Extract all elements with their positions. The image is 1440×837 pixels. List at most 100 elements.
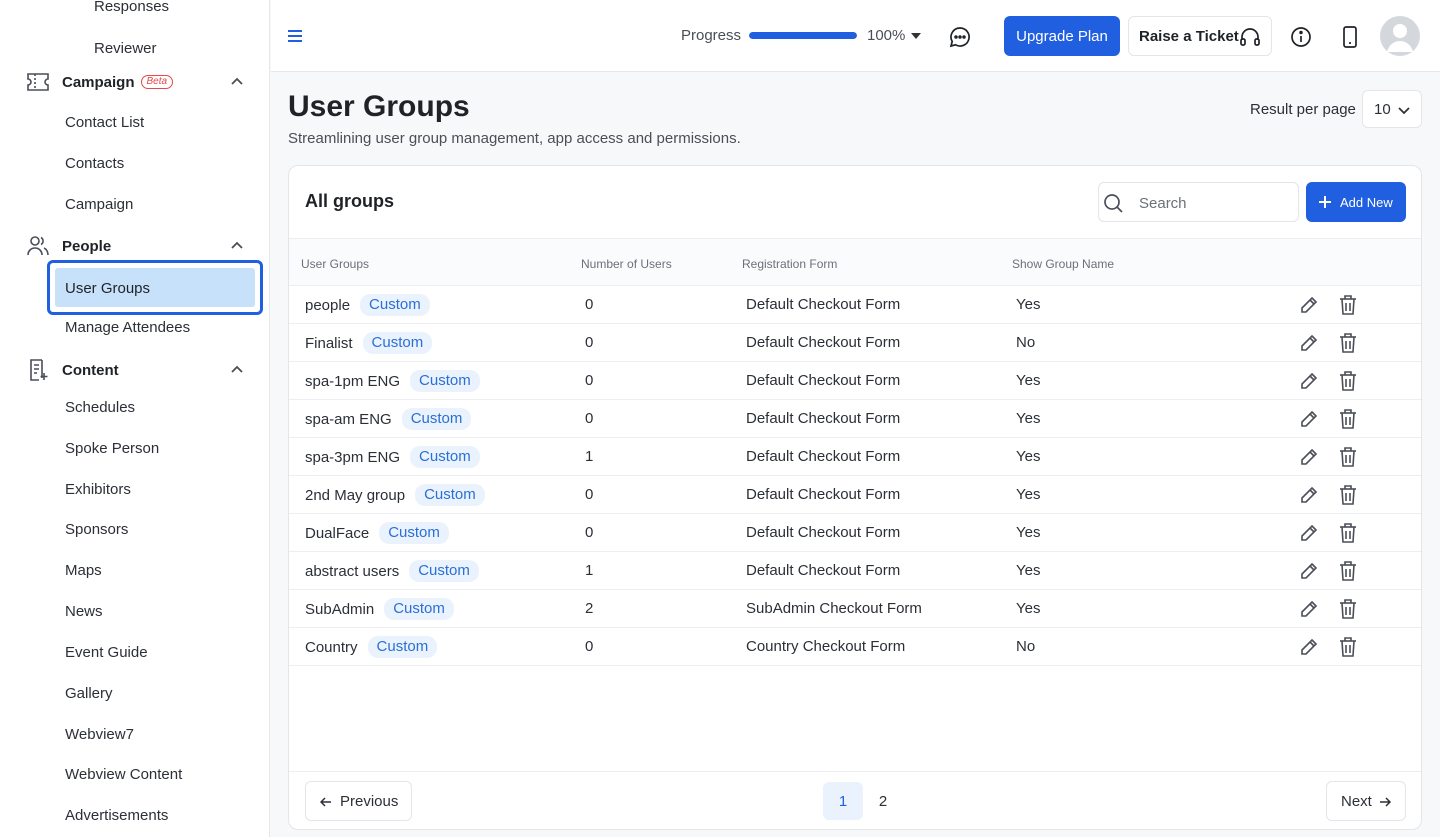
cell-group-name: Country Custom <box>305 636 438 658</box>
arrow-right-icon <box>1380 797 1391 807</box>
page-number-1[interactable]: 1 <box>823 782 863 820</box>
delete-icon[interactable] <box>1339 370 1357 392</box>
cell-number-of-users: 1 <box>585 448 594 465</box>
caret-down-icon[interactable] <box>911 33 921 39</box>
sidebar-item-sponsors[interactable]: Sponsors <box>65 521 128 538</box>
info-icon[interactable] <box>1290 26 1312 48</box>
group-name: spa-1pm ENG <box>305 372 401 390</box>
delete-icon[interactable] <box>1339 408 1357 430</box>
table-row: spa-3pm ENG Custom 1 Default Checkout Form Y… <box>289 438 1421 476</box>
delete-icon[interactable] <box>1339 484 1357 506</box>
add-new-label: Add New <box>1340 194 1393 210</box>
beta-badge: Beta <box>140 75 174 89</box>
group-name: SubAdmin <box>305 600 375 618</box>
cell-registration-form: Default Checkout Form <box>746 410 901 427</box>
edit-icon[interactable] <box>1299 333 1319 353</box>
previous-button[interactable]: Previous <box>305 781 412 821</box>
delete-icon[interactable] <box>1339 522 1357 544</box>
sidebar-item-news[interactable]: News <box>65 603 103 620</box>
search-input[interactable] <box>1139 192 1289 214</box>
sidebar-item-campaign[interactable]: Campaign <box>65 196 133 213</box>
group-type-tag: Custom <box>401 408 472 430</box>
upgrade-plan-button[interactable]: Upgrade Plan <box>1004 16 1120 56</box>
pagination: Previous 1 2 Next <box>289 771 1421 829</box>
sidebar-item-manage-attendees[interactable]: Manage Attendees <box>65 319 190 336</box>
sidebar-item-exhibitors[interactable]: Exhibitors <box>65 481 131 498</box>
cell-show-group-name: No <box>1016 334 1036 351</box>
cell-number-of-users: 0 <box>585 296 594 313</box>
next-label: Next <box>1341 792 1372 810</box>
cell-show-group-name: Yes <box>1016 296 1041 313</box>
delete-icon[interactable] <box>1339 598 1357 620</box>
delete-icon[interactable] <box>1339 560 1357 582</box>
sidebar-item-user-groups[interactable]: User Groups <box>47 260 263 315</box>
sidebar-item-reviewer[interactable]: Reviewer <box>94 40 157 57</box>
sidebar-item-advertisements[interactable]: Advertisements <box>65 807 168 824</box>
group-type-tag: Custom <box>384 598 454 620</box>
group-type-tag: Custom <box>379 522 449 544</box>
chevron-up-icon[interactable] <box>228 361 246 379</box>
edit-icon[interactable] <box>1299 447 1319 467</box>
next-button[interactable]: Next <box>1326 781 1406 821</box>
sidebar-item-spoke-person[interactable]: Spoke Person <box>65 440 159 457</box>
group-type-tag: Custom <box>410 370 480 392</box>
sidebar-section-label: Content <box>62 361 119 379</box>
edit-icon[interactable] <box>1299 295 1319 315</box>
chevron-up-icon[interactable] <box>228 73 246 91</box>
table-row: Finalist Custom 0 Default Checkout Form No <box>289 324 1421 362</box>
sidebar-section-content[interactable]: Content <box>24 357 246 383</box>
sidebar-item-responses[interactable]: Responses <box>94 0 169 15</box>
mobile-phone-icon[interactable] <box>1342 26 1358 48</box>
sidebar-item-webview-content[interactable]: Webview Content <box>65 766 182 783</box>
sidebar-item-contact-list[interactable]: Contact List <box>65 114 144 131</box>
avatar[interactable] <box>1380 16 1420 56</box>
edit-icon[interactable] <box>1299 599 1319 619</box>
sidebar-section-campaign[interactable]: Campaign Beta <box>24 69 246 95</box>
chevron-up-icon[interactable] <box>228 237 246 255</box>
add-new-button[interactable]: Add New <box>1306 182 1406 222</box>
results-per-page-select[interactable]: 10 <box>1362 90 1422 128</box>
cell-show-group-name: Yes <box>1016 486 1041 503</box>
group-type-tag: Custom <box>367 636 438 658</box>
chat-icon[interactable] <box>949 26 971 48</box>
edit-icon[interactable] <box>1299 637 1319 657</box>
table-row: people Custom 0 Default Checkout Form Yes <box>289 286 1421 324</box>
progress-label: Progress <box>681 27 742 44</box>
delete-icon[interactable] <box>1339 332 1357 354</box>
delete-icon[interactable] <box>1339 294 1357 316</box>
delete-icon[interactable] <box>1339 636 1357 658</box>
sidebar-item-webview7[interactable]: Webview7 <box>65 726 134 743</box>
sidebar-item-event-guide[interactable]: Event Guide <box>65 644 148 661</box>
edit-icon[interactable] <box>1299 409 1319 429</box>
sidebar-item-schedules[interactable]: Schedules <box>65 399 135 416</box>
sidebar-item-contacts[interactable]: Contacts <box>65 155 124 172</box>
edit-icon[interactable] <box>1299 561 1319 581</box>
group-type-tag: Custom <box>410 446 480 468</box>
cell-group-name: people Custom <box>305 294 430 316</box>
edit-icon[interactable] <box>1299 523 1319 543</box>
delete-icon[interactable] <box>1339 446 1357 468</box>
page-number-2[interactable]: 2 <box>863 782 903 820</box>
edit-icon[interactable] <box>1299 485 1319 505</box>
sidebar-item-gallery[interactable]: Gallery <box>65 685 113 702</box>
sidebar-item-maps[interactable]: Maps <box>65 562 102 579</box>
arrow-left-icon <box>320 797 331 807</box>
search-box[interactable] <box>1098 182 1299 222</box>
raise-ticket-button[interactable]: Raise a Ticket <box>1128 16 1272 56</box>
sidebar-section-people[interactable]: People <box>24 233 246 259</box>
sidebar-section-label: People <box>62 237 112 255</box>
cell-registration-form: Default Checkout Form <box>746 334 901 351</box>
column-header-show-group-name[interactable]: Show Group Name <box>1012 257 1114 271</box>
cell-show-group-name: No <box>1016 638 1036 655</box>
edit-icon[interactable] <box>1299 371 1319 391</box>
group-name: Country <box>305 638 358 656</box>
cell-show-group-name: Yes <box>1016 448 1041 465</box>
column-header-registration-form[interactable]: Registration Form <box>742 257 837 271</box>
hamburger-menu-icon[interactable] <box>287 28 303 44</box>
column-header-number-of-users[interactable]: Number of Users <box>581 257 672 271</box>
headset-icon <box>1240 28 1260 46</box>
column-header-user-groups[interactable]: User Groups <box>301 257 369 271</box>
cell-registration-form: Default Checkout Form <box>746 486 901 503</box>
table-row: SubAdmin Custom 2 SubAdmin Checkout Form Yes <box>289 590 1421 628</box>
progress-bar-fill <box>749 32 857 39</box>
